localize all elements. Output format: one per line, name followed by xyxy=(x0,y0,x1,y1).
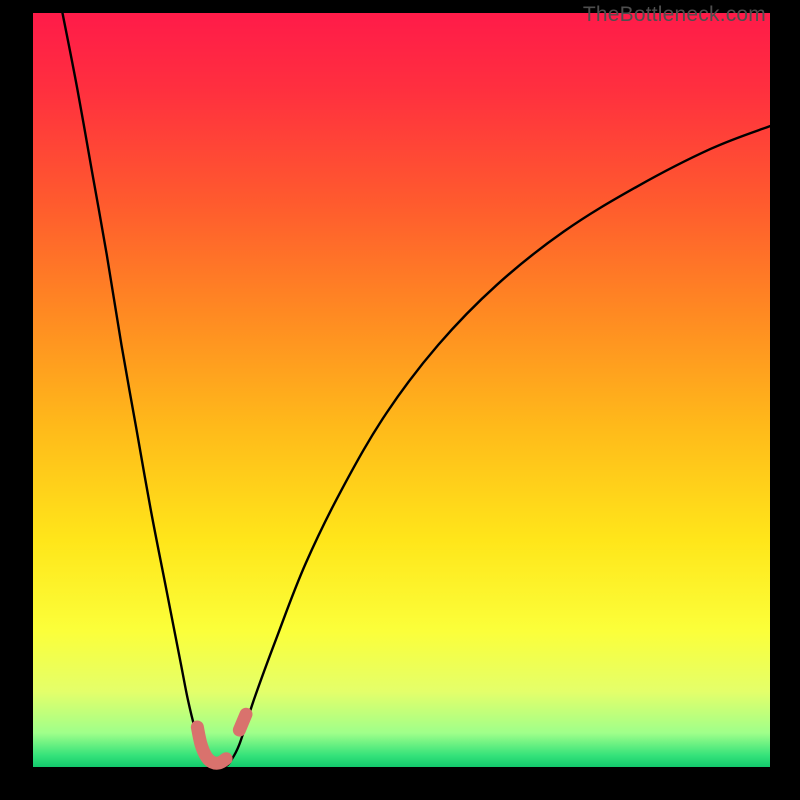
highlight-valley-highlight-left xyxy=(197,727,226,763)
watermark-text: TheBottleneck.com xyxy=(583,3,766,27)
plot-area xyxy=(33,13,770,767)
curve-left-branch xyxy=(62,13,208,762)
highlight-valley-highlight-right-dot xyxy=(239,714,246,730)
chart-curves xyxy=(33,13,770,767)
chart-stage: TheBottleneck.com xyxy=(0,0,800,800)
curve-right-branch xyxy=(230,126,770,762)
